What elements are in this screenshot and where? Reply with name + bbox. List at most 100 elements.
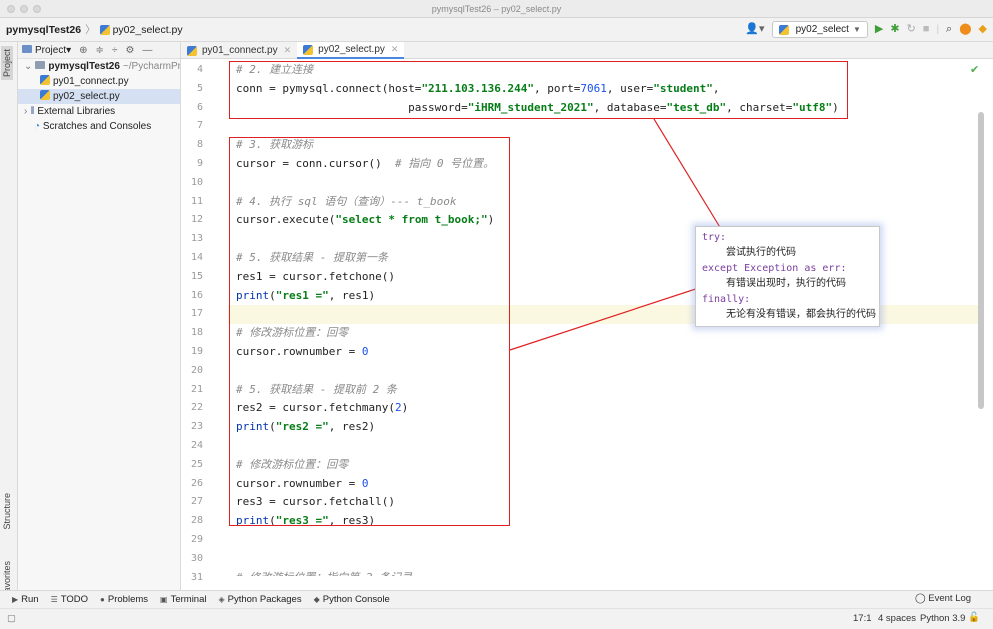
left-tool-strip: Project Structure Favorites [0,42,18,598]
editor-scrollbar[interactable] [978,112,984,409]
indent-setting[interactable]: 4 spaces [878,613,916,624]
line-number[interactable]: 6 [173,102,203,113]
editor-tab-label: py01_connect.py [202,45,278,56]
line-number[interactable]: 14 [173,252,203,263]
folder-icon [22,44,32,53]
line-number[interactable]: 26 [173,478,203,489]
tool-window-icon: ● [100,595,105,604]
navigation-bar: pymysqlTest26 〉 py02_select.py 👤▾ py02_s… [0,18,993,42]
tree-item[interactable]: ⌄ pymysqlTest26 ~/PycharmPr [18,59,180,74]
close-tab-icon[interactable]: ✕ [284,45,292,56]
line-number[interactable]: 18 [173,327,203,338]
stop-icon[interactable]: ■ [923,24,930,35]
update-icon[interactable]: ⬤ [959,24,971,35]
tool-window-icon: ◈ [218,595,225,604]
tool-window-button[interactable]: ◈ Python Packages [218,594,301,605]
folder-icon [35,61,46,69]
line-number-gutter: 4 5 6 7 8 9 10 11 12 13 14 15 16 17 18 19 20 21 22 23 24 25 26… [181,59,228,583]
tool-window-button[interactable]: ● Problems [100,594,148,605]
project-panel: Project▾ ⊕ ≑ ÷ ⚙ — ⌄ pymysqlTest26 ~/Pycha… [18,42,181,590]
annotation-box-cursor [229,137,510,526]
close-window-button[interactable] [7,5,15,13]
tool-window-button[interactable]: ▣ Terminal [160,594,206,605]
tree-item[interactable]: py02_select.py [18,89,180,104]
chevron-down-icon: ▼ [852,25,861,34]
tool-window-icon: ▶ [12,595,19,604]
interpreter-setting[interactable]: Python 3.9 [920,613,965,624]
tree-item[interactable]: py01_connect.py [18,74,180,89]
search-icon[interactable]: ⌕ [946,24,952,35]
try-except-popup: try: 尝试执行的代码 except Exception as err: 有错… [695,226,880,327]
minimize-window-button[interactable] [20,5,28,13]
line-number[interactable]: 21 [173,384,203,395]
editor-tab[interactable]: py02_select.py ✕ [297,42,405,59]
breadcrumb-project[interactable]: pymysqlTest26 [6,24,81,36]
project-view-select[interactable]: Project▾ [22,44,71,56]
breadcrumb-file[interactable]: py02_select.py [113,24,183,36]
tool-window-button[interactable]: ▶ Run [12,594,39,605]
editor-tab[interactable]: py01_connect.py ✕ [181,42,297,59]
tool-window-icon: ▣ [160,595,168,604]
tool-window-label: Terminal [170,594,207,605]
line-number[interactable]: 13 [173,233,203,244]
tree-item[interactable]: › ⫴ External Libraries [18,104,180,119]
line-number[interactable]: 25 [173,459,203,470]
line-number[interactable]: 16 [173,290,203,301]
chevron-down-icon[interactable]: ⌄ [24,61,32,72]
tool-window-label: Python Console [322,594,390,605]
line-number[interactable]: 11 [173,196,203,207]
zoom-window-button[interactable] [33,5,41,13]
line-number[interactable]: 9 [173,158,203,169]
gear-icon[interactable]: ⚙ [125,45,134,56]
user-icon[interactable]: 👤▾ [745,24,764,35]
tool-window-button[interactable]: ◆ Python Console [314,594,390,605]
tab-project-tool[interactable]: Project [1,46,13,81]
panel-toggle-icon[interactable]: ▢ [7,613,16,624]
hide-icon[interactable]: — [142,45,152,56]
line-number[interactable]: 17 [173,308,203,319]
lock-icon[interactable]: 🔓 [968,612,980,623]
plugin-icon[interactable]: ◆ [979,24,987,35]
debug-icon[interactable]: ✱ [890,24,899,35]
tab-structure-tool[interactable]: Structure [1,490,13,533]
code-line[interactable]: # 修改游标位置：指向第 2 条记录 [236,571,412,576]
window-title: pymysqlTest26 – py02_select.py [431,4,562,14]
line-number[interactable]: 30 [173,553,203,564]
breadcrumb-separator: 〉 [85,24,96,36]
locate-icon[interactable]: ⊕ [79,45,87,56]
chevron-right-icon[interactable]: › [24,106,27,117]
line-number[interactable]: 28 [173,515,203,526]
line-number[interactable]: 31 [173,572,203,583]
popup-except-keyword: except Exception as err: [702,263,847,274]
event-log-button[interactable]: ◯ Event Log [915,593,971,604]
coverage-icon[interactable]: ↻ [907,24,916,35]
tree-item[interactable]: ◔ Scratches and Consoles [18,119,180,134]
line-number[interactable]: 7 [173,120,203,131]
line-number[interactable]: 29 [173,534,203,545]
editor-tab-label: py02_select.py [318,44,385,55]
line-number[interactable]: 19 [173,346,203,357]
line-number[interactable]: 24 [173,440,203,451]
line-number[interactable]: 10 [173,177,203,188]
tool-window-button[interactable]: ☰ TODO [51,594,88,605]
expand-all-icon[interactable]: ≑ [96,45,104,56]
tree-item-label: Scratches and Consoles [42,121,152,132]
line-number[interactable]: 8 [173,139,203,150]
line-number[interactable]: 5 [173,83,203,94]
status-bar: ◯ Event Log ▢ 17:1 4 spaces Python 3.9 🔓 [0,593,993,629]
line-number[interactable]: 12 [173,214,203,225]
run-icon[interactable]: ▶ [875,24,883,35]
tool-window-label: Problems [107,594,149,605]
line-number[interactable]: 4 [173,64,203,75]
inspection-ok-icon[interactable]: ✔ [970,63,979,76]
caret-position[interactable]: 17:1 [853,613,872,624]
line-number[interactable]: 22 [173,402,203,413]
close-tab-icon[interactable]: ✕ [391,44,399,55]
python-file-icon [40,75,50,85]
line-number[interactable]: 20 [173,365,203,376]
run-config-select[interactable]: py02_select ▼ [771,21,868,38]
collapse-all-icon[interactable]: ÷ [112,45,118,56]
line-number[interactable]: 23 [173,421,203,432]
line-number[interactable]: 15 [173,271,203,282]
line-number[interactable]: 27 [173,496,203,507]
